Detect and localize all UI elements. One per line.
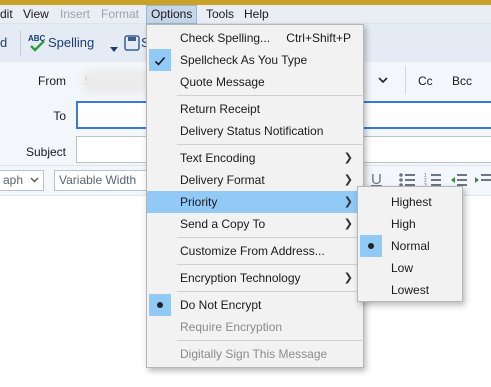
menu-item-return-receipt[interactable]: Return Receipt <box>147 98 363 120</box>
header-divider <box>405 66 406 94</box>
toolbar-divider <box>20 30 21 56</box>
cc-button[interactable]: Cc <box>418 74 433 88</box>
options-menu: Check Spelling... Ctrl+Shift+P Spellchec… <box>146 24 364 368</box>
menu-item-encryption-technology[interactable]: Encryption Technology ❯ <box>147 267 363 289</box>
shortcut-label: Ctrl+Shift+P <box>286 31 351 45</box>
chevron-right-icon: ❯ <box>343 152 353 164</box>
menu-item-label: Check Spelling... <box>180 31 271 45</box>
priority-submenu: Highest High Normal Low Lowest <box>357 186 463 302</box>
spelling-icon[interactable]: ABC <box>27 32 49 54</box>
menu-item-require-encryption: Require Encryption <box>147 316 363 338</box>
menu-item-label: Do Not Encrypt <box>180 298 262 312</box>
redacted-from-address <box>82 70 152 94</box>
menu-separator <box>177 144 362 145</box>
radio-selected-icon <box>149 294 171 316</box>
priority-high[interactable]: High <box>358 213 462 235</box>
menu-item-check-spelling[interactable]: Check Spelling... Ctrl+Shift+P <box>147 27 363 49</box>
menu-item-send-copy-to[interactable]: Send a Copy To ❯ <box>147 213 363 235</box>
menu-item-label: Highest <box>391 195 432 209</box>
menu-options[interactable]: Options <box>146 5 198 24</box>
priority-normal[interactable]: Normal <box>358 235 462 257</box>
save-icon[interactable] <box>124 35 140 51</box>
menu-separator <box>177 291 362 292</box>
spelling-dropdown-icon[interactable] <box>110 42 118 52</box>
priority-low[interactable]: Low <box>358 257 462 279</box>
menu-item-label: Encryption Technology <box>180 271 301 285</box>
menu-edit[interactable]: dit <box>0 5 17 24</box>
menu-item-digitally-sign: Digitally Sign This Message <box>147 343 363 365</box>
menu-item-label: Customize From Address... <box>180 244 325 258</box>
indent-icon[interactable] <box>474 172 491 188</box>
menu-item-label: Delivery Format <box>180 173 265 187</box>
menu-help[interactable]: Help <box>240 5 273 24</box>
menu-insert[interactable]: Insert <box>56 5 94 24</box>
chevron-down-icon <box>30 171 39 190</box>
menu-item-label: Delivery Status Notification <box>180 124 324 138</box>
menu-tools[interactable]: Tools <box>202 5 238 24</box>
menu-item-spellcheck-as-you-type[interactable]: Spellcheck As You Type <box>147 49 363 71</box>
from-dropdown-icon[interactable] <box>378 74 388 84</box>
from-label: From <box>38 74 66 88</box>
priority-highest[interactable]: Highest <box>358 191 462 213</box>
chevron-right-icon: ❯ <box>343 272 353 284</box>
menu-item-label: Lowest <box>391 283 430 297</box>
menu-item-label: Normal <box>391 239 430 253</box>
menu-item-delivery-format[interactable]: Delivery Format ❯ <box>147 169 363 191</box>
paragraph-format-select[interactable]: aph <box>0 170 44 191</box>
menu-separator <box>177 95 362 96</box>
paragraph-format-value: aph <box>3 173 24 187</box>
menu-item-text-encoding[interactable]: Text Encoding ❯ <box>147 147 363 169</box>
spelling-button[interactable]: Spelling <box>48 32 94 54</box>
menu-item-label: Send a Copy To <box>180 217 266 231</box>
menu-item-do-not-encrypt[interactable]: Do Not Encrypt <box>147 294 363 316</box>
menu-item-label: Require Encryption <box>180 320 283 334</box>
chevron-right-icon: ❯ <box>343 174 353 186</box>
menu-separator <box>177 237 362 238</box>
menu-item-label: Priority <box>180 195 218 209</box>
priority-lowest[interactable]: Lowest <box>358 279 462 301</box>
bcc-button[interactable]: Bcc <box>452 74 472 88</box>
menu-item-customize-from[interactable]: Customize From Address... <box>147 240 363 262</box>
menu-item-delivery-status[interactable]: Delivery Status Notification <box>147 120 363 142</box>
menu-item-label: Return Receipt <box>180 102 261 116</box>
menu-separator <box>177 340 362 341</box>
menu-item-label: Low <box>391 261 414 275</box>
to-label: To <box>53 109 66 123</box>
font-value: Variable Width <box>59 173 137 187</box>
checkmark-icon <box>149 49 171 71</box>
menu-bar: dit View Insert Format Options Tools Hel… <box>0 5 491 24</box>
menu-separator <box>177 264 362 265</box>
send-button-fragment[interactable]: d <box>0 32 7 54</box>
chevron-right-icon: ❯ <box>343 218 353 230</box>
subject-label: Subject <box>25 145 66 159</box>
menu-item-label: Spellcheck As You Type <box>180 53 308 67</box>
radio-selected-icon <box>360 235 382 257</box>
menu-view[interactable]: View <box>19 5 53 24</box>
menu-item-label: Digitally Sign This Message <box>180 347 328 361</box>
menu-item-quote-message[interactable]: Quote Message <box>147 71 363 93</box>
font-select[interactable]: Variable Width <box>54 170 154 191</box>
menu-item-label: High <box>391 217 416 231</box>
menu-format[interactable]: Format <box>97 5 143 24</box>
menu-item-priority[interactable]: Priority ❯ <box>147 191 363 213</box>
menu-item-label: Quote Message <box>180 75 265 89</box>
chevron-right-icon: ❯ <box>343 196 353 208</box>
menu-item-label: Text Encoding <box>180 151 256 165</box>
